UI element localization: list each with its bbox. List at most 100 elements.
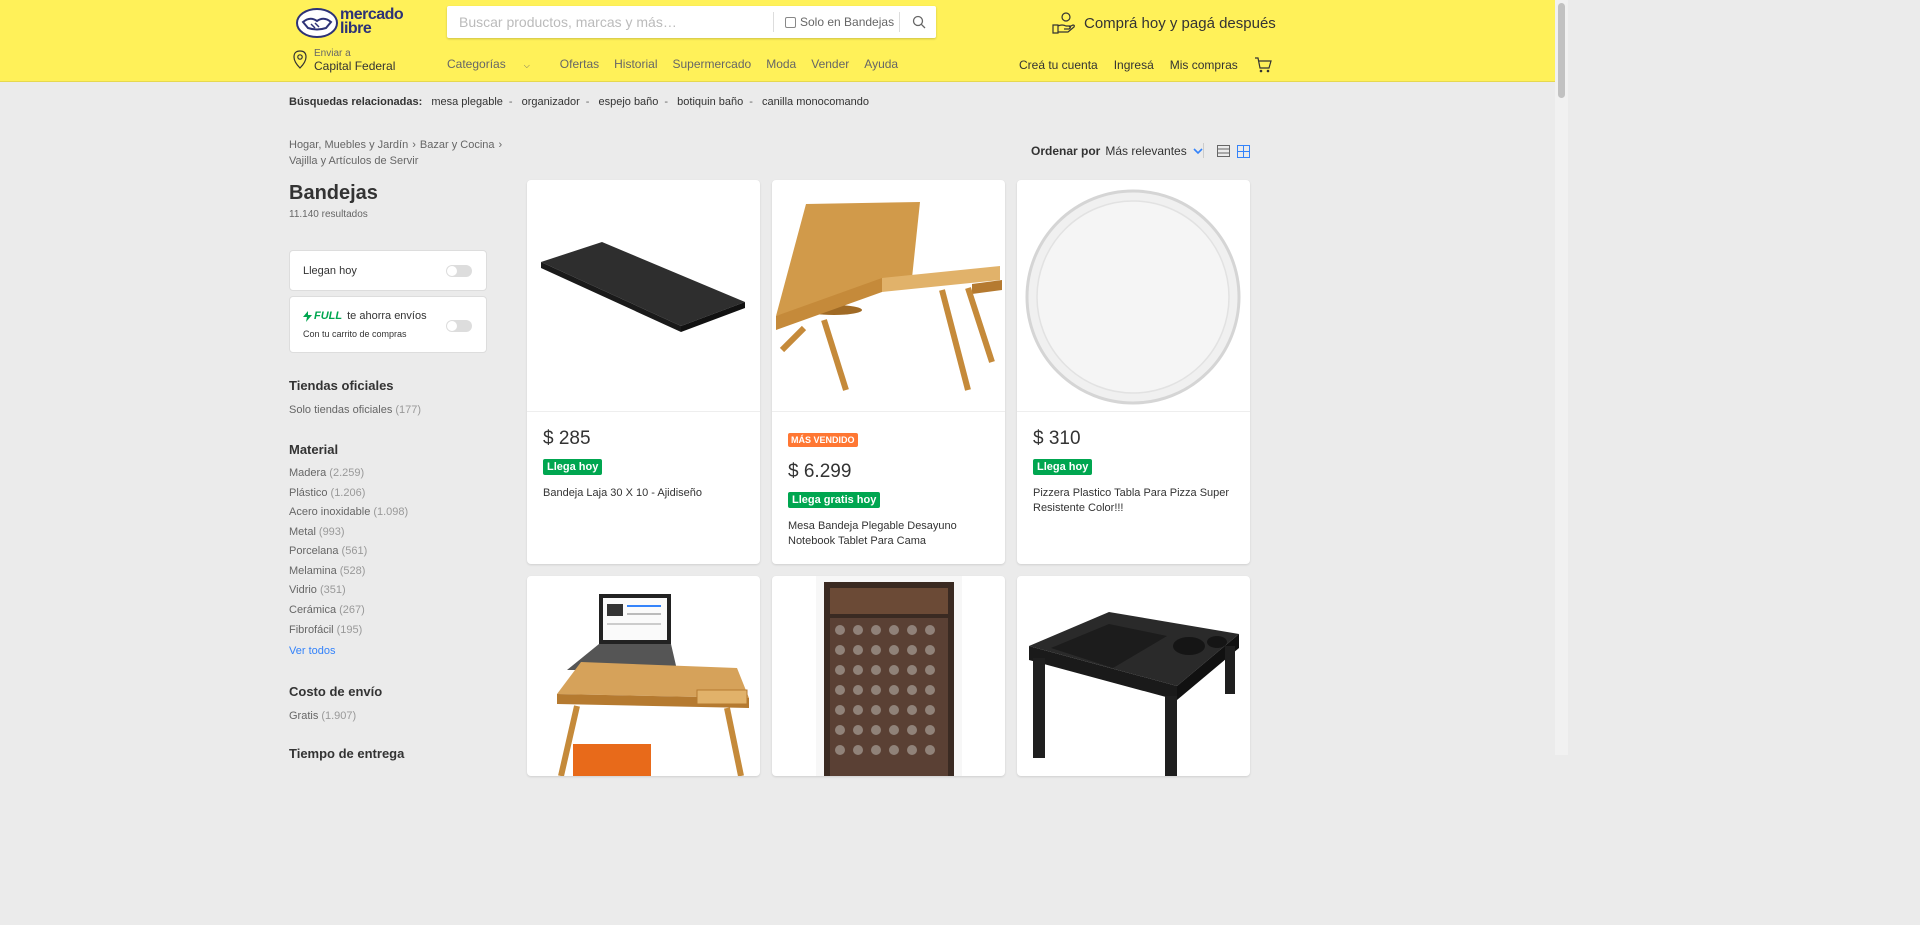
- arrive-today-filter[interactable]: Llegan hoy: [289, 250, 487, 291]
- product-image-slate-tray[interactable]: [527, 180, 760, 412]
- product-card[interactable]: $ 285 Llega hoy Bandeja Laja 30 X 10 - A…: [527, 180, 760, 564]
- logo-text: mercado libre: [340, 6, 404, 37]
- page-title: Bandejas: [289, 182, 378, 204]
- location-pin-icon: [293, 50, 307, 69]
- product-card[interactable]: [772, 576, 1005, 776]
- create-account-link[interactable]: Creá tu cuenta: [1019, 58, 1098, 72]
- product-price: $ 285: [543, 428, 591, 449]
- shipping-free-item[interactable]: Gratis (1.907): [289, 710, 356, 722]
- arrive-today-label: Llegan hoy: [303, 265, 357, 277]
- best-seller-badge: MÁS VENDIDO: [788, 433, 858, 447]
- related-searches: Búsquedas relacionadas: mesa plegable - o…: [289, 96, 869, 108]
- related-item[interactable]: espejo baño: [598, 96, 658, 108]
- breadcrumb-item[interactable]: Hogar, Muebles y Jardín: [289, 139, 408, 151]
- nav-help[interactable]: Ayuda: [864, 57, 898, 71]
- account-nav: Creá tu cuenta Ingresá Mis compras: [1019, 57, 1272, 73]
- material-item[interactable]: Acero inoxidable (1.098): [289, 506, 408, 518]
- hand-money-icon: [1052, 12, 1075, 34]
- product-image-laptop-tray[interactable]: [527, 576, 760, 776]
- material-item[interactable]: Metal (993): [289, 526, 345, 538]
- official-stores-title: Tiendas oficiales: [289, 378, 394, 393]
- product-card[interactable]: [1017, 576, 1250, 776]
- material-item[interactable]: Porcelana (561): [289, 545, 367, 557]
- product-image-pizza-plate[interactable]: [1017, 180, 1250, 412]
- separator: -: [508, 96, 513, 108]
- nav-offers[interactable]: Ofertas: [560, 57, 599, 71]
- material-item[interactable]: Plástico (1.206): [289, 487, 365, 499]
- page-scrollbar[interactable]: [1555, 0, 1568, 755]
- shipping-location[interactable]: Enviar a Capital Federal: [292, 48, 395, 73]
- product-price: $ 6.299: [788, 461, 852, 482]
- product-image-black-bed-tray[interactable]: [1017, 576, 1250, 776]
- nav-categories[interactable]: Categorías ⌵: [447, 57, 545, 71]
- nav-history[interactable]: Historial: [614, 57, 657, 71]
- breadcrumb-item[interactable]: Bazar y Cocina: [420, 139, 495, 151]
- material-item[interactable]: Fibrofácil (195): [289, 624, 362, 636]
- promo-banner[interactable]: Comprá hoy y pagá después: [1052, 12, 1276, 34]
- search-button[interactable]: [902, 6, 936, 38]
- see-all-materials-link[interactable]: Ver todos: [289, 645, 335, 657]
- header: mercado libre Solo en Bandejas Comprá ho…: [0, 0, 1555, 82]
- only-store-label: Solo en Bandejas: [800, 15, 895, 29]
- arrive-today-toggle[interactable]: [446, 265, 472, 277]
- product-price: $ 310: [1033, 428, 1081, 449]
- search-bar: Solo en Bandejas: [447, 6, 936, 38]
- breadcrumb-item[interactable]: Vajilla y Artículos de Servir: [289, 155, 418, 167]
- separator: -: [749, 96, 753, 108]
- lightning-icon: [303, 310, 312, 322]
- product-image-bamboo-bed-tray[interactable]: [772, 180, 1005, 412]
- delivery-badge: Llega gratis hoy: [788, 492, 881, 508]
- delivery-badge: Llega hoy: [1033, 459, 1093, 475]
- sort-control[interactable]: Ordenar por Más relevantes: [1031, 144, 1203, 158]
- product-image-glass-tray[interactable]: [772, 576, 1005, 776]
- nav-fashion[interactable]: Moda: [766, 57, 796, 71]
- material-item[interactable]: Madera (2.259): [289, 467, 364, 479]
- cart-icon[interactable]: [1254, 57, 1272, 73]
- results-count: 11.140 resultados: [289, 209, 368, 220]
- checkbox-icon[interactable]: [785, 16, 796, 28]
- mercadolibre-logo[interactable]: mercado libre: [296, 6, 408, 38]
- sort-label: Ordenar por: [1031, 144, 1101, 158]
- full-subtext: Con tu carrito de compras: [303, 329, 407, 339]
- chevron-down-icon: [1193, 147, 1203, 154]
- related-item[interactable]: mesa plegable: [431, 96, 503, 108]
- product-card[interactable]: $ 310 Llega hoy Pizzera Plastico Tabla P…: [1017, 180, 1250, 564]
- material-item[interactable]: Vidrio (351): [289, 584, 346, 596]
- divider: [899, 12, 900, 32]
- divider: [1203, 143, 1204, 158]
- related-item[interactable]: botiquin baño: [677, 96, 743, 108]
- list-view-icon[interactable]: [1217, 145, 1230, 157]
- product-title[interactable]: Pizzera Plastico Tabla Para Pizza Super …: [1033, 486, 1238, 516]
- full-text: te ahorra envíos: [347, 310, 427, 322]
- separator: -: [664, 96, 669, 108]
- product-card[interactable]: [527, 576, 760, 776]
- sort-value[interactable]: Más relevantes: [1105, 144, 1186, 158]
- full-filter[interactable]: FULL te ahorra envíos Con tu carrito de …: [289, 296, 487, 353]
- chevron-right-icon: ›: [498, 139, 503, 151]
- promo-text: Comprá hoy y pagá después: [1084, 14, 1276, 32]
- location-value: Capital Federal: [314, 59, 396, 73]
- product-title[interactable]: Bandeja Laja 30 X 10 - Ajidiseño: [543, 486, 748, 501]
- nav-supermarket[interactable]: Supermercado: [672, 57, 751, 71]
- chevron-right-icon: ›: [412, 139, 416, 151]
- my-purchases-link[interactable]: Mis compras: [1170, 58, 1238, 72]
- related-item[interactable]: canilla monocomando: [762, 96, 869, 108]
- only-store-checkbox[interactable]: Solo en Bandejas: [785, 6, 894, 38]
- search-input[interactable]: [459, 6, 769, 38]
- full-toggle[interactable]: [446, 320, 472, 332]
- product-title[interactable]: Mesa Bandeja Plegable Desayuno Notebook …: [788, 519, 993, 549]
- material-item[interactable]: Melamina (528): [289, 565, 365, 577]
- separator: -: [585, 96, 590, 108]
- main-nav: Categorías ⌵ Ofertas Historial Supermerca…: [447, 57, 913, 71]
- related-item[interactable]: organizador: [522, 96, 580, 108]
- handshake-logo-icon: [296, 8, 338, 38]
- official-stores-item[interactable]: Solo tiendas oficiales (177): [289, 404, 421, 416]
- delivery-time-title: Tiempo de entrega: [289, 746, 405, 761]
- material-item[interactable]: Cerámica (267): [289, 604, 365, 616]
- scrollbar-thumb[interactable]: [1558, 3, 1565, 98]
- nav-sell[interactable]: Vender: [811, 57, 849, 71]
- product-card[interactable]: MÁS VENDIDO $ 6.299 Llega gratis hoy Mes…: [772, 180, 1005, 564]
- chevron-down-icon: ⌵: [523, 61, 530, 70]
- grid-view-icon[interactable]: [1237, 145, 1250, 158]
- login-link[interactable]: Ingresá: [1114, 58, 1154, 72]
